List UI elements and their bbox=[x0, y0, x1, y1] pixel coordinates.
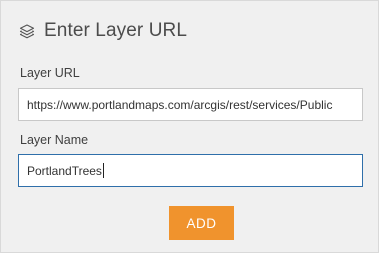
layer-url-input[interactable]: https://www.portlandmaps.com/arcgis/rest… bbox=[18, 88, 363, 121]
add-button[interactable]: ADD bbox=[169, 206, 234, 240]
panel-header: Enter Layer URL bbox=[18, 19, 187, 43]
layer-name-input[interactable]: PortlandTrees bbox=[18, 154, 363, 187]
layer-name-value: PortlandTrees bbox=[27, 163, 102, 178]
layer-url-label: Layer URL bbox=[20, 66, 80, 80]
text-cursor bbox=[102, 163, 104, 178]
layer-url-value: https://www.portlandmaps.com/arcgis/rest… bbox=[27, 97, 333, 112]
layer-name-label: Layer Name bbox=[20, 133, 89, 147]
layers-icon bbox=[18, 22, 36, 40]
panel-title: Enter Layer URL bbox=[44, 20, 188, 41]
add-layer-panel: Enter Layer URL Layer URL https://www.po… bbox=[0, 0, 379, 253]
